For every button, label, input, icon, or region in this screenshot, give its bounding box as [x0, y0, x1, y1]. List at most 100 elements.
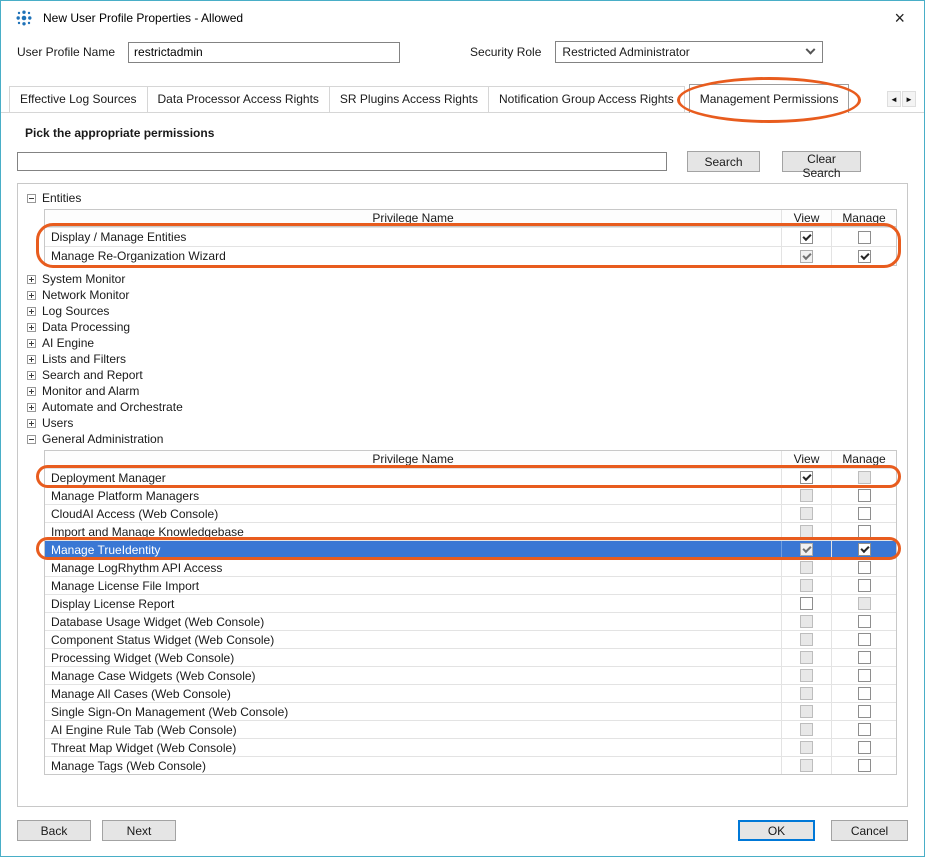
manage-checkbox[interactable] — [858, 651, 871, 664]
manage-checkbox[interactable] — [858, 525, 871, 538]
tree-item-lists-and-filters[interactable]: Lists and Filters — [20, 351, 905, 367]
tree-item-log-sources[interactable]: Log Sources — [20, 303, 905, 319]
view-checkbox[interactable] — [800, 597, 813, 610]
view-checkbox[interactable] — [800, 561, 813, 574]
manage-checkbox[interactable] — [858, 669, 871, 682]
tree-item-general-administration[interactable]: General Administration — [20, 431, 905, 447]
table-row[interactable]: Manage Platform Managers — [45, 486, 896, 504]
table-row[interactable]: Database Usage Widget (Web Console) — [45, 612, 896, 630]
close-icon[interactable]: × — [889, 9, 910, 27]
table-row[interactable]: Component Status Widget (Web Console) — [45, 630, 896, 648]
tree-item-entities[interactable]: Entities — [20, 190, 905, 206]
table-row[interactable]: Manage License File Import — [45, 576, 896, 594]
tree-item-automate-and-orchestrate[interactable]: Automate and Orchestrate — [20, 399, 905, 415]
view-checkbox[interactable] — [800, 633, 813, 646]
manage-checkbox[interactable] — [858, 741, 871, 754]
expand-toggle-icon[interactable] — [27, 323, 36, 332]
view-checkbox[interactable] — [800, 687, 813, 700]
manage-checkbox[interactable] — [858, 579, 871, 592]
manage-checkbox[interactable] — [858, 687, 871, 700]
expand-toggle-icon[interactable] — [27, 339, 36, 348]
cancel-button[interactable]: Cancel — [831, 820, 908, 841]
view-checkbox[interactable] — [800, 741, 813, 754]
table-row[interactable]: AI Engine Rule Tab (Web Console) — [45, 720, 896, 738]
table-row-selected[interactable]: Manage TrueIdentity — [45, 540, 896, 558]
permissions-search-input[interactable] — [17, 152, 667, 171]
view-checkbox[interactable] — [800, 507, 813, 520]
manage-checkbox[interactable] — [858, 471, 871, 484]
table-row[interactable]: Manage Tags (Web Console) — [45, 756, 896, 774]
tab-scroll-right-icon[interactable]: ► — [902, 91, 916, 107]
manage-checkbox[interactable] — [858, 543, 871, 556]
table-row[interactable]: Manage All Cases (Web Console) — [45, 684, 896, 702]
tree-item-monitor-and-alarm[interactable]: Monitor and Alarm — [20, 383, 905, 399]
expand-toggle-icon[interactable] — [27, 419, 36, 428]
table-row[interactable]: Single Sign-On Management (Web Console) — [45, 702, 896, 720]
manage-checkbox[interactable] — [858, 759, 871, 772]
view-checkbox[interactable] — [800, 759, 813, 772]
expand-toggle-icon[interactable] — [27, 307, 36, 316]
table-row[interactable]: Display / Manage Entities — [45, 227, 896, 246]
manage-checkbox[interactable] — [858, 633, 871, 646]
expand-toggle-icon[interactable] — [27, 387, 36, 396]
tab-notification-group-access-rights[interactable]: Notification Group Access Rights — [488, 86, 685, 112]
expand-toggle-icon[interactable] — [27, 371, 36, 380]
manage-checkbox[interactable] — [858, 507, 871, 520]
table-row[interactable]: CloudAI Access (Web Console) — [45, 504, 896, 522]
view-checkbox[interactable] — [800, 705, 813, 718]
view-checkbox[interactable] — [800, 525, 813, 538]
table-header-row: Privilege Name View Manage — [45, 451, 896, 468]
table-row[interactable]: Import and Manage Knowledgebase — [45, 522, 896, 540]
tree-item-search-and-report[interactable]: Search and Report — [20, 367, 905, 383]
table-row[interactable]: Deployment Manager — [45, 468, 896, 486]
expand-toggle-icon[interactable] — [27, 403, 36, 412]
table-row[interactable]: Manage Case Widgets (Web Console) — [45, 666, 896, 684]
tab-effective-log-sources[interactable]: Effective Log Sources — [9, 86, 148, 112]
view-checkbox[interactable] — [800, 471, 813, 484]
view-checkbox[interactable] — [800, 723, 813, 736]
collapse-toggle-icon[interactable] — [27, 435, 36, 444]
table-row[interactable]: Manage LogRhythm API Access — [45, 558, 896, 576]
table-row[interactable]: Manage Re-Organization Wizard — [45, 246, 896, 265]
back-button[interactable]: Back — [17, 820, 91, 841]
expand-toggle-icon[interactable] — [27, 275, 36, 284]
tab-management-permissions[interactable]: Management Permissions — [689, 84, 850, 113]
table-row[interactable]: Processing Widget (Web Console) — [45, 648, 896, 666]
security-role-dropdown[interactable]: Restricted Administrator — [555, 41, 823, 63]
manage-checkbox[interactable] — [858, 561, 871, 574]
view-checkbox[interactable] — [800, 250, 813, 263]
view-checkbox[interactable] — [800, 579, 813, 592]
view-checkbox[interactable] — [800, 615, 813, 628]
clear-search-button[interactable]: Clear Search — [782, 151, 861, 172]
collapse-toggle-icon[interactable] — [27, 194, 36, 203]
ok-button[interactable]: OK — [738, 820, 815, 841]
view-checkbox[interactable] — [800, 651, 813, 664]
tree-item-data-processing[interactable]: Data Processing — [20, 319, 905, 335]
next-button[interactable]: Next — [102, 820, 176, 841]
tree-item-ai-engine[interactable]: AI Engine — [20, 335, 905, 351]
tree-item-system-monitor[interactable]: System Monitor — [20, 271, 905, 287]
manage-checkbox[interactable] — [858, 723, 871, 736]
tab-scroll-arrows: ◄ ► — [887, 91, 916, 112]
view-checkbox[interactable] — [800, 231, 813, 244]
search-button[interactable]: Search — [687, 151, 760, 172]
tree-item-network-monitor[interactable]: Network Monitor — [20, 287, 905, 303]
expand-toggle-icon[interactable] — [27, 291, 36, 300]
manage-checkbox[interactable] — [858, 705, 871, 718]
tree-item-users[interactable]: Users — [20, 415, 905, 431]
manage-checkbox[interactable] — [858, 231, 871, 244]
view-checkbox[interactable] — [800, 543, 813, 556]
tab-scroll-left-icon[interactable]: ◄ — [887, 91, 901, 107]
manage-checkbox[interactable] — [858, 597, 871, 610]
table-row[interactable]: Threat Map Widget (Web Console) — [45, 738, 896, 756]
expand-toggle-icon[interactable] — [27, 355, 36, 364]
manage-checkbox[interactable] — [858, 250, 871, 263]
manage-checkbox[interactable] — [858, 615, 871, 628]
tab-sr-plugins-access-rights[interactable]: SR Plugins Access Rights — [329, 86, 489, 112]
manage-checkbox[interactable] — [858, 489, 871, 502]
view-checkbox[interactable] — [800, 489, 813, 502]
table-row[interactable]: Display License Report — [45, 594, 896, 612]
profile-name-field[interactable] — [128, 42, 400, 63]
view-checkbox[interactable] — [800, 669, 813, 682]
tab-data-processor-access-rights[interactable]: Data Processor Access Rights — [147, 86, 330, 112]
